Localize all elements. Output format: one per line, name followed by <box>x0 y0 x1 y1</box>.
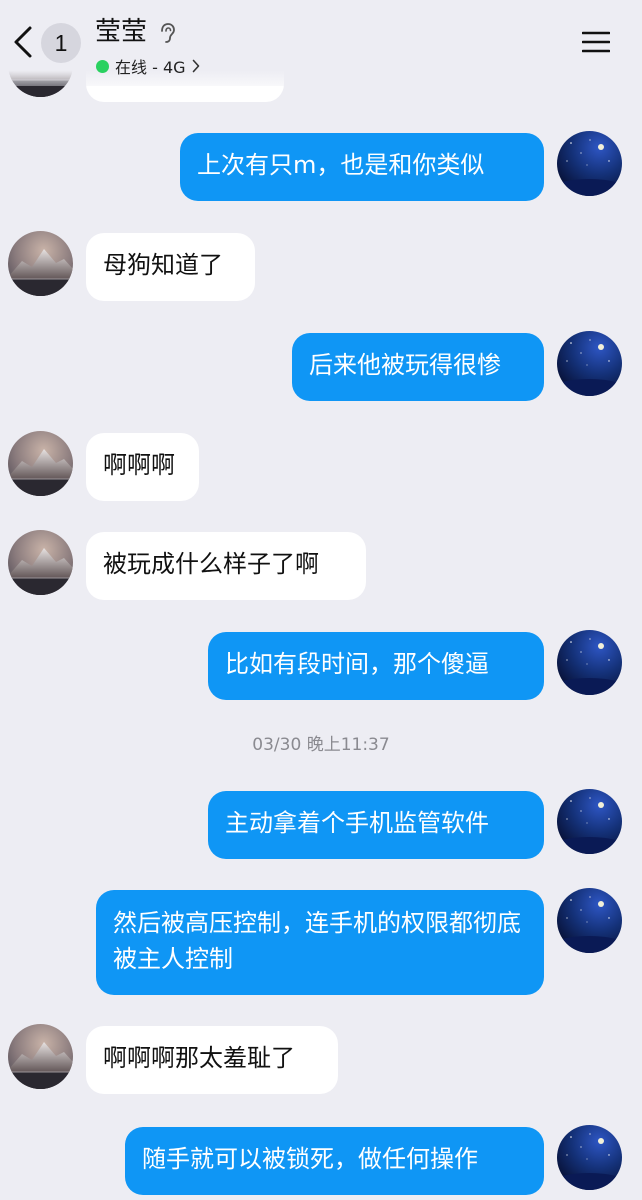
self-avatar[interactable] <box>557 131 622 196</box>
status-text: 在线 - 4G <box>115 58 186 77</box>
contact-name[interactable]: 莹莹 <box>95 16 147 48</box>
message-timestamp: 03/30 晚上11:37 <box>252 735 390 755</box>
message-bubble-incoming[interactable]: 母狗知道了 <box>86 233 255 301</box>
chevron-right-icon <box>192 59 199 73</box>
self-avatar[interactable] <box>557 1125 622 1190</box>
message-bubble-incoming[interactable]: 啊啊啊那太羞耻了 <box>86 1026 338 1094</box>
message-bubble-incoming[interactable]: 被玩成什么样子了啊 <box>86 532 366 600</box>
back-arrow-icon[interactable] <box>8 22 38 62</box>
contact-avatar[interactable] <box>8 431 73 496</box>
message-bubble-outgoing[interactable]: 然后被高压控制，连手机的权限都彻底被主人控制 <box>96 890 544 995</box>
contact-avatar[interactable] <box>8 530 73 595</box>
self-avatar[interactable] <box>557 789 622 854</box>
status-row[interactable]: 在线 - 4G <box>96 54 200 78</box>
unread-count-badge[interactable]: 1 <box>41 23 81 63</box>
message-bubble-outgoing[interactable]: 比如有段时间，那个傻逼 <box>208 632 544 700</box>
message-bubble-outgoing[interactable]: 主动拿着个手机监管软件 <box>208 791 544 859</box>
message-bubble-outgoing[interactable]: 上次有只m，也是和你类似 <box>180 133 544 201</box>
menu-icon[interactable] <box>582 30 610 54</box>
ear-icon[interactable] <box>158 22 176 44</box>
chat-header: 1 莹莹 在线 - 4G <box>0 0 642 86</box>
message-bubble-outgoing[interactable]: 后来他被玩得很惨 <box>292 333 544 401</box>
message-bubble-outgoing[interactable]: 随手就可以被锁死，做任何操作 <box>125 1127 544 1195</box>
self-avatar[interactable] <box>557 888 622 953</box>
message-bubble-incoming[interactable]: 啊啊啊 <box>86 433 199 501</box>
self-avatar[interactable] <box>557 331 622 396</box>
contact-avatar[interactable] <box>8 1024 73 1089</box>
self-avatar[interactable] <box>557 630 622 695</box>
online-status-dot <box>96 59 109 73</box>
contact-avatar[interactable] <box>8 231 73 296</box>
